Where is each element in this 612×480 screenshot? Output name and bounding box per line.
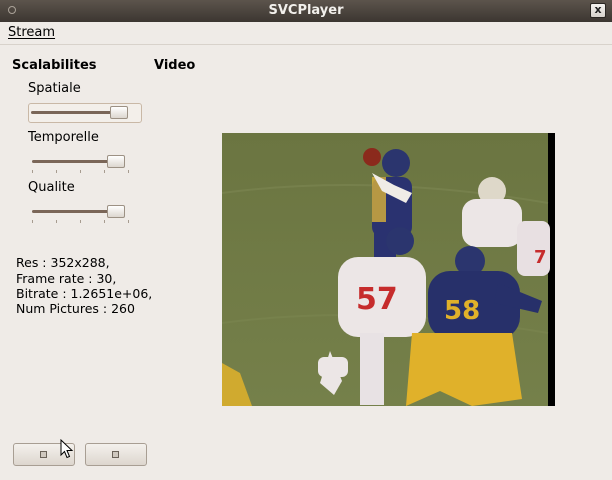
slider-thumb[interactable] bbox=[107, 155, 125, 168]
quality-label: Qualite bbox=[28, 180, 75, 195]
cursor-icon bbox=[60, 439, 74, 459]
slider-ticks bbox=[30, 220, 138, 224]
bitrate-text: Bitrate : 1.2651e+06, bbox=[16, 286, 153, 301]
stop-icon bbox=[112, 451, 119, 458]
pause-icon bbox=[40, 451, 47, 458]
video-display[interactable]: 7 57 58 bbox=[222, 133, 555, 406]
jersey-number-57: 57 bbox=[356, 282, 398, 317]
video-heading: Video bbox=[154, 58, 196, 73]
video-frame-image: 7 57 58 bbox=[222, 133, 555, 406]
scalability-heading: Scalabilites bbox=[12, 58, 97, 73]
window-menu-icon[interactable] bbox=[8, 6, 16, 14]
close-icon: x bbox=[594, 3, 602, 16]
spatial-label: Spatiale bbox=[28, 81, 81, 96]
slider-thumb[interactable] bbox=[107, 205, 125, 218]
slider-tick bbox=[32, 170, 33, 173]
svg-text:7: 7 bbox=[534, 247, 547, 268]
close-button[interactable]: x bbox=[590, 3, 606, 18]
slider-tick bbox=[32, 220, 33, 223]
slider-tick bbox=[80, 170, 81, 173]
slider-ticks bbox=[30, 170, 138, 174]
resolution-text: Res : 352x288, bbox=[16, 255, 110, 270]
slider-track bbox=[31, 111, 121, 114]
menu-stream[interactable]: Stream bbox=[8, 25, 55, 40]
menu-bar: Stream bbox=[0, 22, 612, 45]
slider-tick bbox=[128, 170, 129, 173]
quality-slider[interactable] bbox=[30, 203, 138, 224]
frame-rate-text: Frame rate : 30, bbox=[16, 271, 117, 286]
slider-tick bbox=[128, 220, 129, 223]
title-bar[interactable]: SVCPlayer x bbox=[0, 0, 612, 23]
slider-tick bbox=[104, 220, 105, 223]
slider-track bbox=[32, 160, 118, 163]
slider-thumb[interactable] bbox=[110, 106, 128, 119]
spatial-slider[interactable] bbox=[28, 103, 142, 123]
window-title: SVCPlayer bbox=[268, 3, 344, 18]
slider-tick bbox=[80, 220, 81, 223]
slider-track bbox=[32, 210, 118, 213]
slider-tick bbox=[56, 170, 57, 173]
slider-tick bbox=[56, 220, 57, 223]
temporal-slider[interactable] bbox=[30, 153, 138, 174]
num-pictures-text: Num Pictures : 260 bbox=[16, 301, 135, 316]
slider-tick bbox=[104, 170, 105, 173]
jersey-number-58: 58 bbox=[444, 296, 480, 326]
temporal-label: Temporelle bbox=[28, 130, 99, 145]
stop-button[interactable] bbox=[85, 443, 147, 466]
